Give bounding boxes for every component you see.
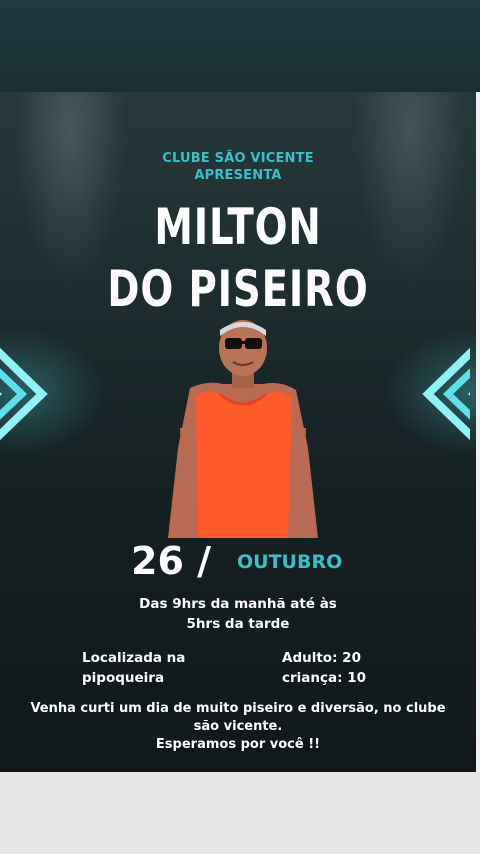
price-child: criança: 10 [282, 670, 367, 686]
presenter-line-1: CLUBE SÃO VICENTE [162, 151, 314, 166]
event-day: 26 / [131, 539, 211, 583]
event-month: OUTUBRO [237, 551, 343, 573]
presenter-text: CLUBE SÃO VICENTE APRESENTA [0, 150, 476, 184]
event-schedule: Das 9hrs da manhã até às 5hrs da tarde [0, 594, 476, 634]
schedule-line-2: 5hrs da tarde [186, 616, 290, 632]
story-top-bar [0, 0, 480, 92]
left-chevron-decoration [0, 347, 48, 441]
ticket-prices: Adulto: 20 criança: 10 [282, 648, 422, 688]
artist-name-line-2: DO PISEIRO [107, 260, 369, 318]
poster-right-border [476, 92, 480, 772]
schedule-line-1: Das 9hrs da manhã até às [139, 596, 337, 612]
presenter-line-2: APRESENTA [194, 168, 282, 183]
right-chevron-decoration [422, 347, 470, 441]
story-bottom-area [0, 772, 480, 854]
location-line-1: Localizada na [82, 650, 186, 666]
invite-line-3: Esperamos por você !! [155, 737, 321, 752]
price-adult: Adulto: 20 [282, 650, 361, 666]
event-location: Localizada na pipoqueira [82, 648, 222, 688]
artist-name-line-1: MILTON [154, 198, 322, 256]
invite-line-1: Venha curti um dia de muito piseiro e di… [30, 701, 446, 716]
event-poster: CLUBE SÃO VICENTE APRESENTA MILTON DO PI… [0, 92, 476, 772]
invite-message: Venha curti um dia de muito piseiro e di… [0, 700, 476, 754]
location-line-2: pipoqueira [82, 670, 165, 686]
artist-name: MILTON DO PISEIRO [33, 196, 442, 320]
artist-photo [168, 320, 318, 538]
invite-line-2: são vicente. [193, 719, 283, 734]
